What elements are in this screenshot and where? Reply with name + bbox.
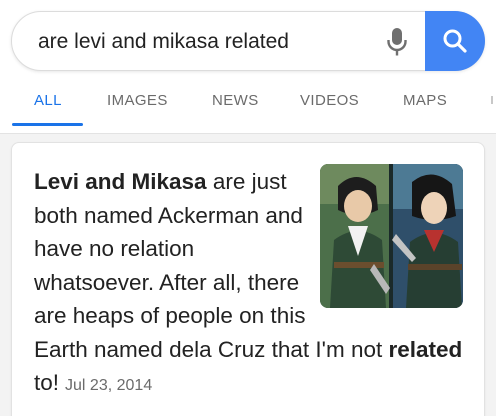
snippet-bold-lead: Levi and Mikasa — [34, 169, 207, 194]
search-header: are levi and mikasa related ALL IMAGES N… — [0, 0, 496, 134]
search-bar[interactable]: are levi and mikasa related — [11, 11, 485, 71]
tab-news[interactable]: NEWS — [212, 90, 259, 128]
snippet-body-2: to! — [34, 370, 60, 395]
search-input[interactable]: are levi and mikasa related — [38, 12, 289, 72]
snippet-date: Jul 23, 2014 — [65, 377, 153, 394]
active-tab-indicator — [12, 123, 83, 126]
anime-characters-image — [320, 164, 463, 308]
tab-images[interactable]: IMAGES — [107, 90, 168, 128]
search-results-page: are levi and mikasa related ALL IMAGES N… — [0, 0, 496, 416]
snippet-bold-word: related — [388, 336, 463, 362]
result-thumbnail[interactable] — [320, 164, 463, 308]
featured-snippet-card[interactable]: Levi and Mikasa are just both named Acke… — [11, 142, 485, 416]
tab-maps[interactable]: MAPS — [403, 90, 447, 128]
tab-scroll-fade — [491, 96, 493, 104]
microphone-icon[interactable] — [385, 26, 409, 58]
search-button[interactable] — [425, 11, 485, 71]
search-icon — [443, 29, 467, 53]
tab-videos[interactable]: VIDEOS — [300, 90, 359, 128]
